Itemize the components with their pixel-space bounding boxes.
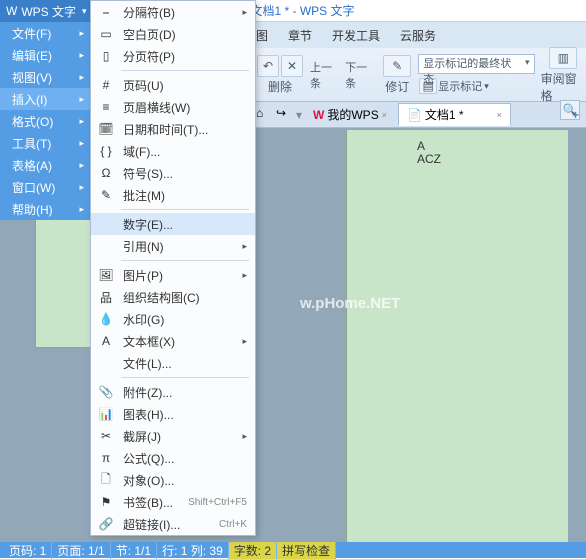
submenu-item[interactable]: #页码(U) bbox=[91, 74, 255, 96]
doc-text: A ACZ bbox=[417, 140, 441, 166]
menu-item[interactable]: 窗口(W)▸ bbox=[0, 176, 90, 198]
status-words[interactable]: 字数: 2 bbox=[229, 542, 277, 559]
menu-item[interactable]: 插入(I)▸ bbox=[0, 88, 90, 110]
new-tab-button[interactable]: + bbox=[572, 108, 584, 120]
review-pane-button[interactable]: ▥ bbox=[549, 47, 577, 69]
menu-item[interactable]: 帮助(H)▸ bbox=[0, 198, 90, 220]
menu-icon: 🖼 bbox=[97, 267, 115, 283]
menu-item[interactable]: 格式(O)▸ bbox=[0, 110, 90, 132]
menu-icon: ▭ bbox=[97, 26, 115, 42]
submenu-item[interactable]: ≡页眉横线(W) bbox=[91, 96, 255, 118]
status-page[interactable]: 页码: 1 bbox=[4, 542, 52, 559]
undo-button[interactable]: ↶ bbox=[257, 55, 279, 77]
submenu-item[interactable]: 🗓日期和时间(T)... bbox=[91, 118, 255, 140]
doc-icon: 📄 bbox=[407, 108, 422, 122]
delete-button[interactable]: ✕ bbox=[281, 55, 303, 77]
submenu-item[interactable]: 🖼图片(P)▸ bbox=[91, 264, 255, 286]
submenu-item[interactable]: Ω符号(S)... bbox=[91, 162, 255, 184]
prev-comment[interactable]: 上一条 bbox=[310, 59, 341, 91]
submenu-item[interactable]: π公式(Q)... bbox=[91, 447, 255, 469]
menu-icon: ✂ bbox=[97, 428, 115, 444]
submenu-item[interactable]: 数字(E)... bbox=[91, 213, 255, 235]
menu-icon: 🗓 bbox=[97, 121, 115, 137]
app-menu-button[interactable]: WWPS 文字 bbox=[0, 0, 90, 22]
classic-menu-bar: WWPS 文字 文件(F)▸编辑(E)▸视图(V)▸插入(I)▸格式(O)▸工具… bbox=[0, 0, 90, 220]
menu-icon: 📎 bbox=[97, 384, 115, 400]
menu-icon: π bbox=[97, 450, 115, 466]
menu-icon: ✎ bbox=[97, 187, 115, 203]
menu-item[interactable]: 视图(V)▸ bbox=[0, 66, 90, 88]
watermark: w.pHome.NET bbox=[300, 295, 400, 312]
menu-icon: # bbox=[97, 77, 115, 93]
submenu-item[interactable]: ✂截屏(J)▸ bbox=[91, 425, 255, 447]
menu-item[interactable]: 表格(A)▸ bbox=[0, 154, 90, 176]
app-title: WPS 文字 bbox=[300, 2, 355, 19]
home-icon[interactable]: ⌂ bbox=[256, 106, 274, 124]
status-section[interactable]: 节: 1/1 bbox=[111, 542, 157, 559]
menu-icon: ▯ bbox=[97, 48, 115, 64]
doc-title: 文档1 * bbox=[250, 2, 289, 19]
menu-icon: 🔗 bbox=[97, 516, 115, 532]
tab-my-wps[interactable]: W 我的WPS × bbox=[304, 103, 396, 126]
menu-icon: ≡ bbox=[97, 99, 115, 115]
menu-item[interactable]: 编辑(E)▸ bbox=[0, 44, 90, 66]
menu-icon bbox=[97, 216, 115, 232]
submenu-item[interactable]: 🗋对象(O)... bbox=[91, 469, 255, 491]
menu-icon: 品 bbox=[97, 289, 115, 305]
submenu-item[interactable]: 🔗超链接(I)...Ctrl+K bbox=[91, 513, 255, 535]
status-spell[interactable]: 拼写检查 bbox=[277, 542, 336, 559]
menu-icon: ⎯ bbox=[97, 4, 115, 20]
next-comment[interactable]: 下一条 bbox=[345, 59, 376, 91]
menu-icon: 📊 bbox=[97, 406, 115, 422]
submenu-item[interactable]: ✎批注(M) bbox=[91, 184, 255, 206]
status-pages[interactable]: 页面: 1/1 bbox=[52, 542, 110, 559]
menu-item[interactable]: 文件(F)▸ bbox=[0, 22, 90, 44]
ribbon-tab[interactable]: 云服务 bbox=[390, 27, 446, 44]
submenu-item[interactable]: 品组织结构图(C) bbox=[91, 286, 255, 308]
wps-icon: W bbox=[313, 108, 324, 122]
menu-icon: { } bbox=[97, 143, 115, 159]
submenu-item[interactable]: 📊图表(H)... bbox=[91, 403, 255, 425]
menu-icon: ⚑ bbox=[97, 494, 115, 510]
submenu-item[interactable]: ⚑书签(B)...Shift+Ctrl+F5 bbox=[91, 491, 255, 513]
menu-icon: Ω bbox=[97, 165, 115, 181]
ribbon-tab[interactable]: 开发工具 bbox=[322, 27, 390, 44]
insert-submenu: ⎯分隔符(B)▸▭空白页(D)▯分页符(P) #页码(U)≡页眉横线(W)🗓日期和… bbox=[90, 0, 256, 536]
track-display-combo[interactable]: 显示标记的最终状态 bbox=[418, 54, 534, 74]
arrow-icon[interactable]: ↪ bbox=[276, 106, 294, 124]
submenu-item[interactable]: 文件(L)... bbox=[91, 352, 255, 374]
submenu-item[interactable]: ⎯分隔符(B)▸ bbox=[91, 1, 255, 23]
menu-icon bbox=[97, 355, 115, 371]
submenu-item[interactable]: A文本框(X)▸ bbox=[91, 330, 255, 352]
submenu-item[interactable]: ▯分页符(P) bbox=[91, 45, 255, 67]
ribbon-tab[interactable]: 章节 bbox=[278, 27, 322, 44]
submenu-item[interactable]: 💧水印(G) bbox=[91, 308, 255, 330]
status-bar: 页码: 1 页面: 1/1 节: 1/1 行: 1 列: 39 字数: 2 拼写… bbox=[0, 542, 586, 558]
submenu-item[interactable]: { }域(F)... bbox=[91, 140, 255, 162]
menu-icon: 💧 bbox=[97, 311, 115, 327]
status-rowcol[interactable]: 行: 1 列: 39 bbox=[157, 542, 229, 559]
show-marks-label[interactable]: 显示标记 bbox=[438, 78, 482, 94]
menu-icon: A bbox=[97, 333, 115, 349]
menu-icon: 🗋 bbox=[97, 472, 115, 488]
revise-button[interactable]: ✎ bbox=[383, 55, 411, 77]
submenu-item[interactable]: 引用(N)▸ bbox=[91, 235, 255, 257]
right-doc-page[interactable]: A ACZ bbox=[346, 130, 568, 542]
menu-item[interactable]: 工具(T)▸ bbox=[0, 132, 90, 154]
submenu-item[interactable]: ▭空白页(D) bbox=[91, 23, 255, 45]
menu-icon bbox=[97, 238, 115, 254]
submenu-item[interactable]: 📎附件(Z)... bbox=[91, 381, 255, 403]
tab-document[interactable]: 📄 文档1 * × bbox=[398, 103, 511, 126]
